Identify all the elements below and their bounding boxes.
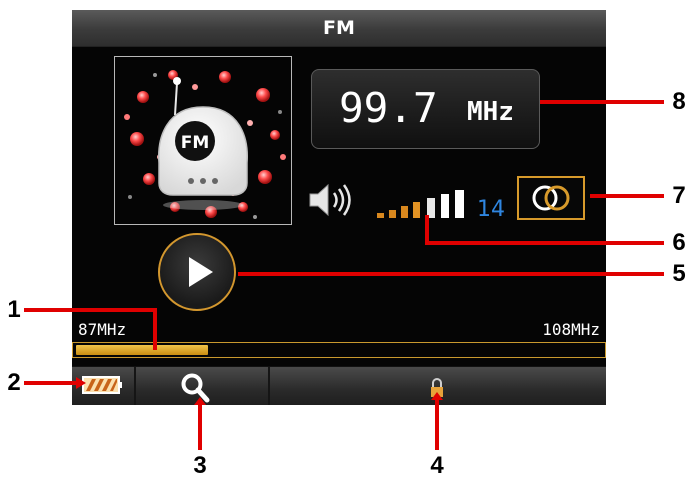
fm-radio-robot-icon: FM (124, 70, 286, 219)
callout-4: 4 (430, 452, 444, 479)
lock-icon (431, 378, 443, 397)
volume-bar (389, 210, 396, 218)
stereo-toggle-button[interactable] (517, 176, 585, 220)
callout-7: 7 (672, 182, 686, 209)
frequency-value: 99.7 (339, 84, 438, 132)
volume-bar (377, 213, 384, 218)
volume-level: 14 (477, 197, 505, 222)
bottom-toolbar (72, 366, 606, 405)
fm-badge-text: FM (181, 133, 210, 153)
battery-icon (82, 376, 122, 394)
stereo-rings-icon (532, 185, 570, 211)
volume-level-bars (377, 190, 464, 218)
volume-bar (441, 194, 449, 218)
play-button[interactable] (158, 233, 236, 311)
volume-bars[interactable] (375, 189, 477, 219)
play-icon (189, 257, 213, 287)
speaker-icon[interactable] (306, 180, 356, 220)
callout-2: 2 (7, 369, 21, 396)
battery-status (72, 367, 136, 405)
fm-radio-screen: FM FM 99.7 MHz 14 87MHz 108MHz (72, 10, 606, 405)
volume-bar (401, 206, 408, 218)
callout-8: 8 (672, 88, 686, 115)
frequency-band-slider[interactable] (72, 342, 606, 358)
callout-1: 1 (7, 296, 21, 323)
callout-6: 6 (672, 229, 686, 256)
album-art: FM (114, 56, 292, 225)
frequency-unit: MHz (467, 97, 514, 127)
search-icon (181, 373, 210, 403)
frequency-display: 99.7 MHz (311, 69, 540, 149)
title-bar: FM (72, 10, 606, 47)
volume-bar (427, 198, 435, 218)
frequency-band-fill (76, 345, 208, 355)
volume-bar (413, 202, 420, 218)
callout-5: 5 (672, 260, 686, 287)
callout-3: 3 (193, 452, 207, 479)
lock-status[interactable] (270, 367, 606, 405)
volume-bar (455, 190, 464, 218)
search-button[interactable] (136, 367, 270, 405)
band-min-label: 87MHz (78, 320, 127, 339)
screen-title: FM (323, 17, 355, 39)
band-max-label: 108MHz (542, 320, 600, 339)
